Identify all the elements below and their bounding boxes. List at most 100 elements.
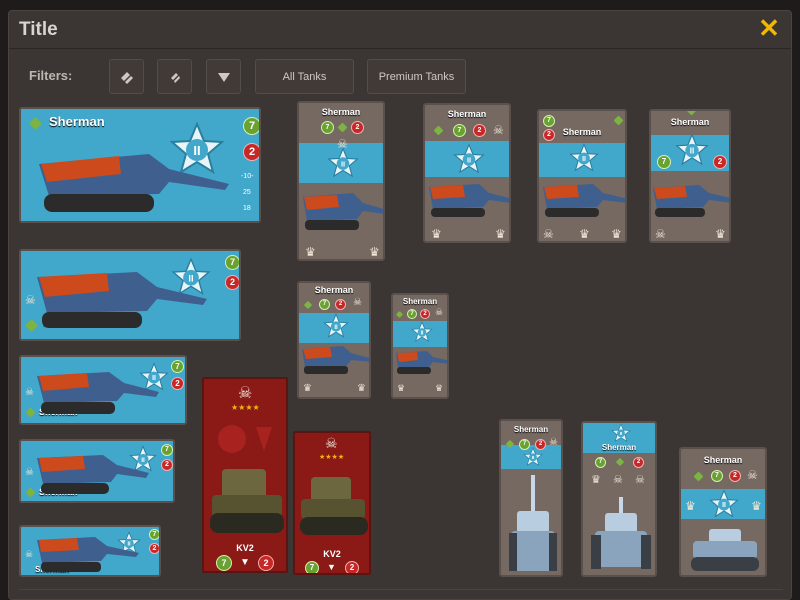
filter-icon-1 bbox=[120, 71, 133, 84]
skull-icon: ☠ bbox=[635, 474, 645, 486]
green-value: 7 bbox=[243, 117, 259, 135]
filters-label: Filters: bbox=[29, 68, 73, 83]
red-value: 2 bbox=[535, 439, 546, 450]
filter-button-1[interactable] bbox=[109, 59, 144, 94]
green-value: 7 bbox=[161, 444, 173, 456]
svg-text:II: II bbox=[334, 325, 338, 331]
tier-star-icon: II bbox=[523, 447, 543, 467]
red-value: 2 bbox=[713, 155, 727, 169]
tank-card-vertical[interactable]: Sherman 7 II 2 ☠ bbox=[499, 419, 563, 577]
green-value: 7 bbox=[321, 121, 334, 134]
tank-image bbox=[691, 529, 759, 571]
leaf-icon bbox=[613, 115, 624, 126]
bottom-divider bbox=[19, 589, 783, 593]
skull-icon: ☠ bbox=[325, 435, 338, 451]
tank-card-medium[interactable]: II 7 2 ☠ Sherman bbox=[19, 249, 241, 341]
red-value: 2 bbox=[420, 309, 430, 319]
tank-card-vertical[interactable]: 7 Sherman 2 II ☠ ♛ ♛ bbox=[537, 109, 627, 243]
crown-icon: ♛ bbox=[495, 227, 506, 241]
crown-icon: ♛ bbox=[579, 227, 590, 241]
green-value: 7 bbox=[711, 470, 723, 482]
tank-card-small[interactable]: II 7 2 ☠ Sherman bbox=[19, 525, 161, 577]
leaf-icon bbox=[337, 122, 348, 133]
leaf-icon bbox=[395, 310, 404, 319]
red-value: 2 bbox=[729, 470, 741, 482]
tank-name: KV2 bbox=[236, 543, 254, 553]
crew-emblem-icon bbox=[218, 425, 272, 453]
filter-icon-3 bbox=[217, 72, 230, 82]
tank-card-large[interactable]: Sherman II 7 2 -10- 25 18 bbox=[19, 107, 261, 223]
red-value: 2 bbox=[171, 377, 184, 390]
crown-icon: ♛ bbox=[369, 245, 380, 259]
tank-image bbox=[37, 372, 159, 414]
premium-tanks-button[interactable]: Premium Tanks bbox=[367, 59, 466, 94]
green-value: 7 bbox=[216, 555, 232, 571]
tank-image bbox=[37, 537, 139, 572]
tank-card-vertical[interactable]: Sherman 7 2 ☠ II ♛ ♛ bbox=[391, 293, 449, 399]
crown-icon: ♛ bbox=[305, 245, 316, 259]
red-value: 2 bbox=[473, 124, 486, 137]
green-value: 7 bbox=[171, 360, 184, 373]
stat-a: -10- bbox=[241, 173, 254, 180]
tank-card-small[interactable]: II 7 2 ☠ Sherman bbox=[19, 355, 187, 425]
skull-icon: ☠ bbox=[435, 307, 444, 317]
red-value: 2 bbox=[161, 459, 173, 471]
skull-icon: ☠ bbox=[747, 468, 758, 482]
crown-icon: ♛ bbox=[431, 227, 442, 241]
rank-stars: ★★★★ bbox=[231, 403, 260, 412]
red-value: 2 bbox=[543, 129, 555, 141]
tier-star-icon: II bbox=[411, 321, 433, 342]
filter-icon-2 bbox=[170, 72, 180, 83]
tank-image bbox=[302, 346, 369, 374]
crown-icon: ♛ bbox=[397, 383, 406, 393]
filter-button-3[interactable] bbox=[206, 59, 241, 94]
tank-name: Sherman bbox=[601, 443, 637, 452]
crown-icon: ♛ bbox=[435, 383, 444, 393]
tank-card-vertical[interactable]: Sherman 7 2 ☠ ♛ II ♛ bbox=[679, 447, 767, 577]
green-value: 7 bbox=[595, 457, 606, 468]
all-tanks-button[interactable]: All Tanks bbox=[255, 59, 354, 94]
stat-c: 18 bbox=[243, 205, 251, 212]
premium-kv2-card[interactable]: ☠ ★★★★ KV2 7 ▼ 2 bbox=[202, 377, 288, 573]
green-value: 7 bbox=[543, 115, 555, 127]
chevron-down-icon: ▼ bbox=[240, 557, 250, 568]
tank-name: KV2 bbox=[323, 549, 341, 559]
crown-icon: ♛ bbox=[591, 474, 601, 486]
red-value: 2 bbox=[243, 143, 259, 161]
tier-star-icon: II bbox=[611, 423, 631, 443]
crown-icon: ♛ bbox=[751, 499, 762, 513]
tank-card-vertical[interactable]: Sherman II 7 2 ☠ ♛ bbox=[649, 109, 731, 243]
tank-name: Sherman bbox=[314, 285, 354, 295]
leaf-icon bbox=[615, 457, 625, 467]
filter-button-2[interactable] bbox=[157, 59, 192, 94]
red-value: 2 bbox=[633, 457, 644, 468]
green-value: 7 bbox=[453, 124, 466, 137]
tank-card-vertical[interactable]: Sherman 7 2 ☠ II ♛ ♛ bbox=[423, 103, 511, 243]
close-icon[interactable]: ✕ bbox=[757, 15, 781, 41]
leaf-icon bbox=[686, 111, 697, 116]
tank-name: Sherman bbox=[703, 455, 743, 465]
tank-name: Sherman bbox=[447, 109, 487, 119]
red-value: 2 bbox=[335, 299, 346, 310]
tank-name: Sherman bbox=[321, 107, 361, 117]
tier-star-icon: II bbox=[453, 143, 485, 174]
svg-text:II: II bbox=[722, 502, 726, 509]
skull-icon: ☠ bbox=[613, 474, 623, 486]
leaf-icon bbox=[693, 471, 704, 482]
tank-name: Sherman bbox=[402, 297, 438, 306]
svg-text:II: II bbox=[341, 159, 345, 168]
tank-card-vertical[interactable]: Sherman 7 2 ☠ II ♛ ♛ bbox=[297, 101, 385, 261]
svg-text:II: II bbox=[690, 147, 694, 156]
premium-kv2-card[interactable]: ☠ ★★★★ KV2 7 ▼ 2 bbox=[293, 431, 371, 575]
skull-icon: ☠ bbox=[353, 297, 362, 308]
svg-text:II: II bbox=[620, 431, 623, 436]
tank-card-vertical[interactable]: Sherman 7 2 ☠ II ♛ ♛ bbox=[297, 281, 371, 399]
tank-card-vertical[interactable]: II Sherman 7 2 ♛ ☠ ☠ bbox=[581, 421, 657, 577]
tank-selection-window: Title ✕ Filters: All Tanks Premium Tanks… bbox=[8, 10, 792, 600]
tank-card-small[interactable]: II 7 2 ☠ Sherman bbox=[19, 439, 175, 503]
tank-image bbox=[429, 184, 509, 217]
red-value: 2 bbox=[149, 543, 159, 554]
tier-star-icon: II bbox=[709, 489, 739, 518]
skull-icon: ☠ bbox=[543, 227, 554, 241]
green-value: 7 bbox=[407, 309, 417, 319]
